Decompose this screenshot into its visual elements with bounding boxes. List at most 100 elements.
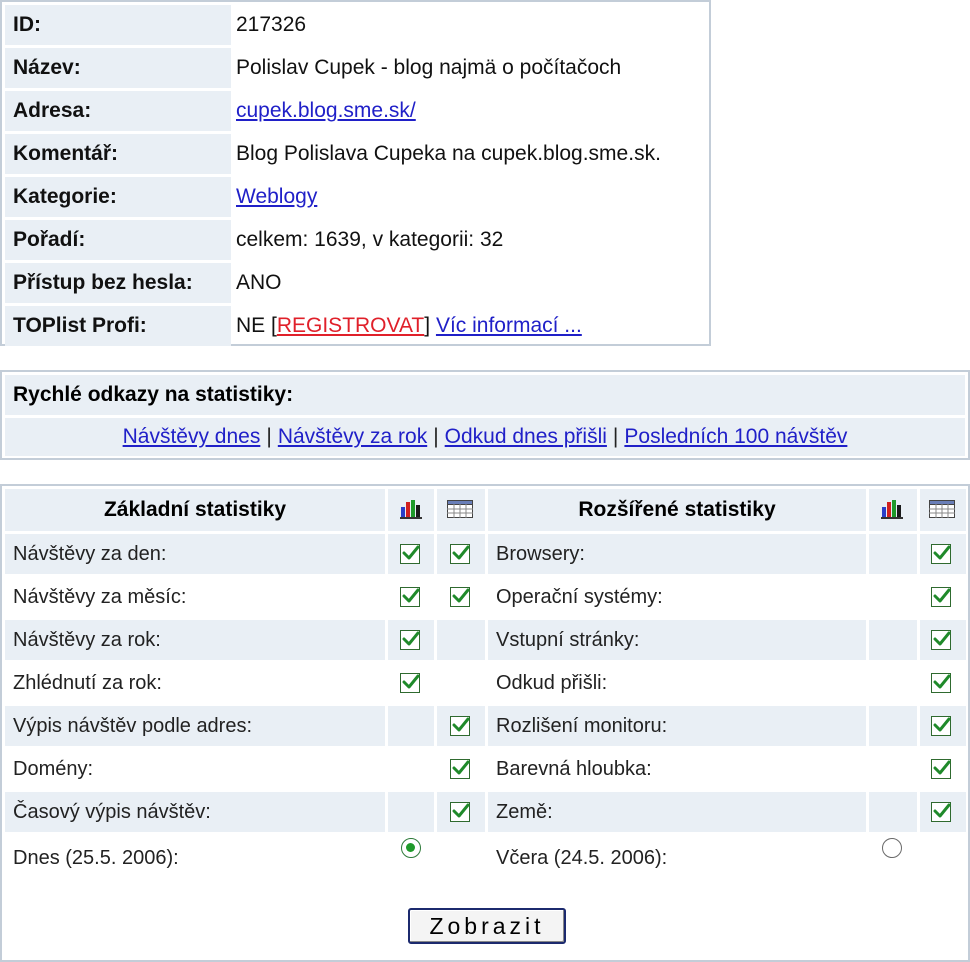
link-visits-today[interactable]: Návštěvy dnes: [123, 425, 261, 448]
basic-table-col-header: [437, 489, 485, 531]
info-value: celkem: 1639, v kategorii: 32: [236, 228, 504, 251]
profi-suffix: ]: [424, 314, 431, 337]
basic-stat-label: Výpis návštěv podle adres:: [5, 706, 385, 746]
extended-table-col-header: [920, 489, 966, 531]
extended-stats-heading: Rozšířené statistiky: [488, 489, 866, 531]
basic-graph-checkbox[interactable]: [400, 673, 420, 693]
extended-graph-cell: [869, 792, 917, 832]
extended-graph-cell: [869, 577, 917, 617]
info-value-wrap: cupek.blog.sme.sk/: [236, 91, 707, 131]
site-info-table: ID: 217326 Název: Polislav Cupek - blog …: [0, 0, 711, 346]
bar-chart-icon: [881, 499, 903, 524]
today-radio[interactable]: [401, 838, 421, 858]
info-value: 217326: [236, 13, 307, 36]
info-label: Název:: [5, 48, 231, 88]
extended-table-checkbox[interactable]: [931, 716, 951, 736]
basic-table-checkbox[interactable]: [450, 587, 470, 607]
extended-stat-label: Operační systémy:: [496, 586, 663, 608]
extended-graph-cell: [869, 749, 917, 789]
basic-graph-cell: [388, 749, 434, 789]
basic-stat-label: Návštěvy za den:: [5, 534, 385, 574]
extended-stat-label: Odkud přišli:: [496, 672, 608, 694]
link-last-100[interactable]: Posledních 100 návštěv: [624, 425, 847, 448]
extended-table-checkbox[interactable]: [931, 544, 951, 564]
stats-selection-table: Základní statistiky Rozšířené statistiky…: [0, 484, 970, 962]
extended-graph-cell: [869, 706, 917, 746]
info-row-comment: Komentář: Blog Polislava Cupeka na cupek…: [5, 134, 707, 174]
info-value: Blog Polislava Cupeka na cupek.blog.sme.…: [236, 142, 661, 165]
info-row-name: Název: Polislav Cupek - blog najmä o poč…: [5, 48, 707, 88]
link-separator: |: [612, 425, 619, 448]
info-row-address: Adresa: cupek.blog.sme.sk/: [5, 91, 707, 131]
link-separator: |: [266, 425, 272, 448]
info-value: ANO: [236, 271, 282, 294]
info-label: TOPlist Profi:: [5, 306, 231, 346]
info-label: Pořadí:: [5, 220, 231, 260]
basic-table-cell: [437, 663, 485, 703]
quick-links-row: Návštěvy dnes | Návštěvy za rok | Odkud dnes…: [5, 418, 965, 456]
extended-table-checkbox[interactable]: [931, 587, 951, 607]
basic-stat-label: Návštěvy za měsíc:: [13, 586, 187, 608]
extended-table-checkbox[interactable]: [931, 759, 951, 779]
basic-stat-label: Domény:: [13, 758, 94, 780]
info-label: Kategorie:: [5, 177, 231, 217]
info-value-wrap: Weblogy: [236, 177, 707, 217]
table-icon: [929, 500, 955, 523]
quick-links-panel: Rychlé odkazy na statistiky: Návštěvy dn…: [0, 370, 970, 460]
basic-stat-label: Návštěvy za rok:: [5, 620, 385, 660]
radio-dot: [406, 843, 415, 852]
profi-prefix: NE [: [236, 314, 277, 337]
extended-stat-label: Browsery:: [488, 534, 866, 574]
info-row-profi: TOPlist Profi: NE [REGISTROVAT] Víc info…: [5, 306, 707, 346]
info-row-access: Přístup bez hesla: ANO: [5, 263, 707, 303]
basic-graph-checkbox[interactable]: [400, 587, 420, 607]
basic-graph-col-header: [388, 489, 434, 531]
info-row-rank: Pořadí: celkem: 1639, v kategorii: 32: [5, 220, 707, 260]
basic-stat-label: Zhlédnutí za rok:: [13, 672, 162, 694]
extended-stat-label: Vstupní stránky:: [488, 620, 866, 660]
basic-table-cell: [437, 620, 485, 660]
info-value-wrap: NE [REGISTROVAT] Víc informací ...: [236, 306, 707, 346]
basic-graph-cell: [388, 792, 434, 832]
basic-table-checkbox[interactable]: [450, 759, 470, 779]
register-link[interactable]: REGISTROVAT: [277, 314, 424, 337]
basic-table-checkbox[interactable]: [450, 544, 470, 564]
extended-stat-label: Barevná hloubka:: [496, 758, 652, 780]
yesterday-radio[interactable]: [882, 838, 902, 858]
extended-stat-label: Rozlišení monitoru:: [488, 706, 866, 746]
bar-chart-icon: [400, 499, 422, 524]
basic-graph-checkbox[interactable]: [400, 544, 420, 564]
info-label: Přístup bez hesla:: [5, 263, 231, 303]
link-visits-year[interactable]: Návštěvy za rok: [278, 425, 427, 448]
basic-table-checkbox[interactable]: [450, 716, 470, 736]
basic-graph-cell: [388, 706, 434, 746]
basic-stat-label: Časový výpis návštěv:: [5, 792, 385, 832]
extended-table-checkbox[interactable]: [931, 802, 951, 822]
more-info-link[interactable]: Víc informací ...: [436, 314, 582, 337]
extended-stat-label: Země:: [488, 792, 866, 832]
extended-graph-cell: [869, 620, 917, 660]
extended-table-checkbox[interactable]: [931, 673, 951, 693]
info-value: Polislav Cupek - blog najmä o počítačoch: [236, 56, 622, 79]
extended-graph-col-header: [869, 489, 917, 531]
info-row-id: ID: 217326: [5, 5, 707, 45]
extended-graph-cell: [869, 663, 917, 703]
basic-stats-heading: Základní statistiky: [5, 489, 385, 531]
extended-table-checkbox[interactable]: [931, 630, 951, 650]
category-link[interactable]: Weblogy: [236, 185, 317, 208]
extended-graph-cell: [869, 534, 917, 574]
basic-table-checkbox[interactable]: [450, 802, 470, 822]
show-button[interactable]: Zobrazit: [408, 908, 566, 944]
info-label: Adresa:: [5, 91, 231, 131]
info-row-category: Kategorie: Weblogy: [5, 177, 707, 217]
link-referrers-today[interactable]: Odkud dnes přišli: [445, 425, 607, 448]
yesterday-label: Včera (24.5. 2006):: [496, 847, 668, 869]
quick-links-title: Rychlé odkazy na statistiky:: [5, 375, 965, 415]
info-label: Komentář:: [5, 134, 231, 174]
link-separator: |: [433, 425, 439, 448]
table-icon: [447, 500, 473, 523]
info-label: ID:: [5, 5, 231, 45]
basic-graph-checkbox[interactable]: [400, 630, 420, 650]
address-link[interactable]: cupek.blog.sme.sk/: [236, 99, 416, 122]
today-label: Dnes (25.5. 2006):: [13, 847, 179, 869]
